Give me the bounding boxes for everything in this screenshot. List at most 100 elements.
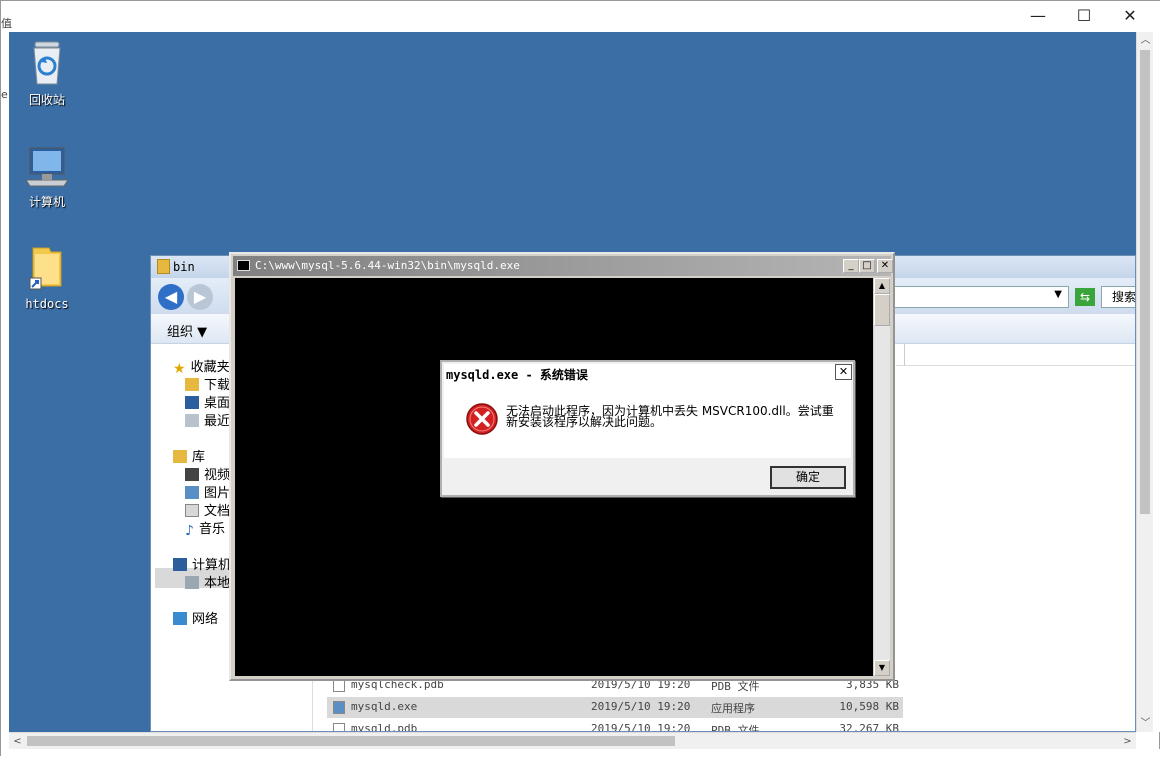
folder-shortcut-icon xyxy=(29,247,62,290)
horizontal-scrollbar[interactable]: < > xyxy=(9,732,1136,749)
dialog-body: 无法启动此程序，因为计算机中丢失 MSVCR100.dll。尝试重新安装该程序以… xyxy=(444,383,851,458)
scroll-thumb[interactable] xyxy=(27,736,675,746)
nav-music[interactable]: ♪ 音乐 xyxy=(185,518,225,539)
file-type: 应用程序 xyxy=(711,702,755,715)
library-icon xyxy=(173,450,187,463)
pictures-icon xyxy=(185,486,199,499)
nav-favorites[interactable]: ★ 收藏夹 xyxy=(173,356,230,377)
scroll-thumb[interactable] xyxy=(1140,50,1150,514)
nav-label: 音乐 xyxy=(198,522,225,537)
nav-label: 图片 xyxy=(204,486,231,501)
nav-label: 最近 xyxy=(204,414,231,429)
file-row[interactable]: mysqld.exe 2019/5/10 19:20 应用程序 10,598 K… xyxy=(327,697,903,718)
scroll-up-icon[interactable]: ▲ xyxy=(874,278,890,294)
dialog-title: mysqld.exe - 系统错误 xyxy=(446,368,588,382)
ok-button[interactable]: 确定 xyxy=(770,466,846,489)
console-maximize-button[interactable]: □ xyxy=(859,259,875,273)
file-size: 10,598 KB xyxy=(839,700,899,713)
nav-downloads[interactable]: 下载 xyxy=(185,374,230,393)
forward-button[interactable]: ▶ xyxy=(187,284,213,310)
recycle-bin-icon xyxy=(33,41,61,85)
file-name: mysqld.pdb xyxy=(351,722,418,732)
video-icon xyxy=(185,468,199,481)
nav-desktop[interactable]: 桌面 xyxy=(185,392,230,411)
nav-label: 库 xyxy=(192,450,206,465)
clipped-glyph: e xyxy=(1,88,8,101)
recent-places-icon xyxy=(185,414,199,427)
file-row[interactable]: mysqld.pdb 2019/5/10 19:20 PDB 文件 32,267… xyxy=(327,719,903,732)
nav-label: 网络 xyxy=(192,612,219,627)
file-size: 32,267 KB xyxy=(839,722,899,732)
nav-videos[interactable]: 视频 xyxy=(185,464,230,483)
nav-label: 计算机 xyxy=(192,558,232,573)
desktop-folder-icon xyxy=(185,396,199,409)
column-header[interactable] xyxy=(896,344,1135,366)
desktop-icon-htdocs[interactable]: htdocs xyxy=(9,246,85,311)
outer-titlebar: — ☐ ✕ xyxy=(1,1,1160,32)
error-dialog: mysqld.exe - 系统错误 ✕ 无法启动此程序，因为计算机中丢失 MSV… xyxy=(440,360,855,497)
computer-icon xyxy=(173,558,187,571)
remote-desktop-window: — ☐ ✕ 值 e 回收站 计算机 htdocs bin ◀ ▶ ▼ ⇆ 搜索 … xyxy=(0,0,1160,757)
star-icon: ★ xyxy=(173,361,186,377)
minimize-button[interactable]: — xyxy=(1015,1,1061,31)
error-icon xyxy=(466,403,498,435)
file-date: 2019/5/10 19:20 xyxy=(591,722,691,732)
exe-icon xyxy=(333,701,345,714)
desktop-icon-computer[interactable]: 计算机 xyxy=(9,144,85,210)
console-titlebar[interactable]: C:\www\mysql-5.6.44-win32\bin\mysqld.exe… xyxy=(233,256,893,276)
chevron-down-icon[interactable]: ▼ xyxy=(1054,289,1062,300)
console-minimize-button[interactable]: _ xyxy=(843,259,859,273)
console-scrollbar[interactable]: ▲ ▼ xyxy=(874,278,890,676)
chevron-left-icon[interactable]: < xyxy=(9,733,26,750)
dialog-message: 无法启动此程序，因为计算机中丢失 MSVCR100.dll。尝试重新安装该程序以… xyxy=(506,404,834,429)
nav-label: 桌面 xyxy=(204,396,231,411)
right-edge xyxy=(1153,32,1160,732)
nav-label: 本地 xyxy=(204,576,231,591)
dialog-close-button[interactable]: ✕ xyxy=(835,364,852,380)
vertical-scrollbar[interactable]: ︿ ﹀ xyxy=(1136,32,1153,732)
scroll-thumb[interactable] xyxy=(874,294,890,326)
drive-icon xyxy=(185,576,199,589)
nav-libraries[interactable]: 库 xyxy=(173,446,205,465)
nav-pictures[interactable]: 图片 xyxy=(185,482,230,501)
close-button[interactable]: ✕ xyxy=(1107,1,1153,31)
file-type: PDB 文件 xyxy=(711,724,760,732)
clipped-glyph: 值 xyxy=(1,17,12,30)
refresh-button[interactable]: ⇆ xyxy=(1075,288,1095,306)
network-icon xyxy=(173,612,187,625)
chevron-down-icon[interactable]: ﹀ xyxy=(1137,715,1154,732)
folder-icon xyxy=(157,259,170,274)
chevron-right-icon[interactable]: > xyxy=(1119,733,1136,750)
scroll-down-icon[interactable]: ▼ xyxy=(874,660,890,676)
dialog-titlebar[interactable]: mysqld.exe - 系统错误 xyxy=(444,364,851,383)
desktop-icon-recycle-bin[interactable]: 回收站 xyxy=(9,40,85,108)
explorer-title: bin xyxy=(173,260,195,274)
nav-documents[interactable]: 文档 xyxy=(185,500,230,519)
console-close-button[interactable]: ✕ xyxy=(877,259,893,273)
column-separator[interactable] xyxy=(904,344,905,366)
nav-label: 收藏夹 xyxy=(190,360,230,375)
music-icon: ♪ xyxy=(185,523,194,539)
chevron-up-icon[interactable]: ︿ xyxy=(1137,32,1154,49)
nav-computer[interactable]: 计算机 xyxy=(173,554,231,573)
arrow-left-icon: ◀ xyxy=(164,287,178,306)
file-name: mysqld.exe xyxy=(351,700,418,713)
console-title: C:\www\mysql-5.6.44-win32\bin\mysqld.exe xyxy=(255,259,520,272)
file-icon xyxy=(333,723,345,731)
computer-icon xyxy=(25,147,69,187)
downloads-folder-icon xyxy=(185,378,199,391)
nav-local-disk[interactable]: 本地 xyxy=(185,572,230,591)
nav-network[interactable]: 网络 xyxy=(173,608,218,627)
console-icon xyxy=(237,260,250,271)
maximize-button[interactable]: ☐ xyxy=(1061,1,1107,31)
search-input[interactable]: 搜索 xyxy=(1101,286,1135,308)
nav-label: 下载 xyxy=(204,378,231,393)
organize-button[interactable]: 组织 ▼ xyxy=(167,321,207,340)
desktop-icon-label: 回收站 xyxy=(28,93,65,107)
desktop-icon-label: htdocs xyxy=(25,297,69,311)
nav-recent[interactable]: 最近 xyxy=(185,410,230,429)
nav-label: 视频 xyxy=(204,468,231,483)
left-edge-strip: 值 e xyxy=(1,17,12,732)
back-button[interactable]: ◀ xyxy=(158,284,184,310)
documents-icon xyxy=(185,504,199,517)
